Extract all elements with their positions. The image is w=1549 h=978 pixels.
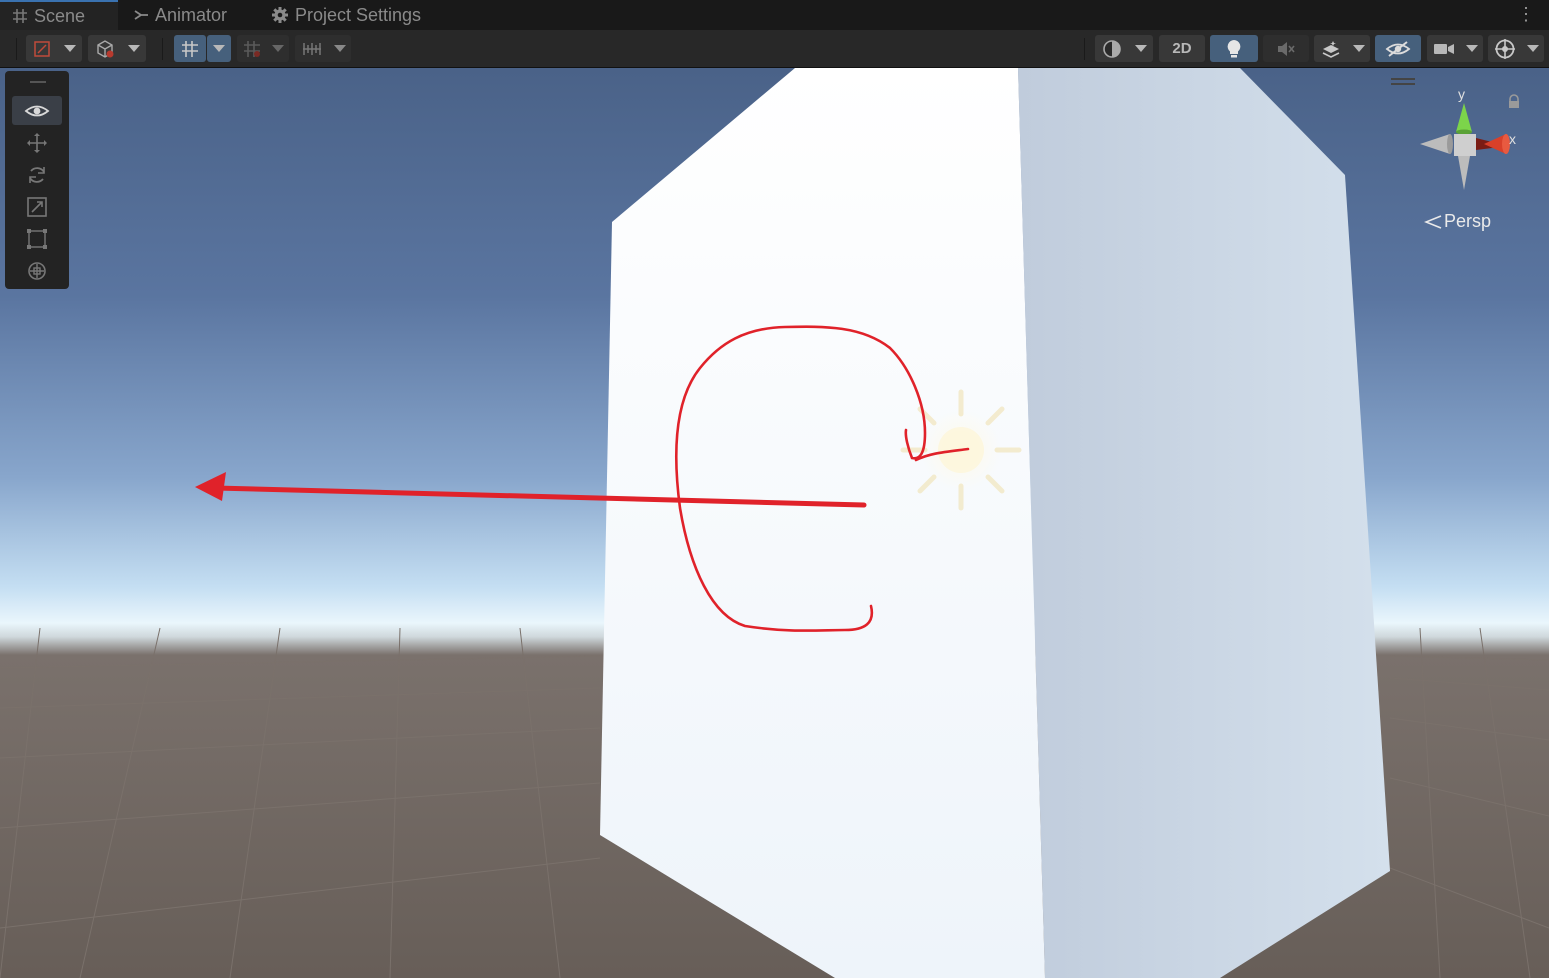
draw-mode-icon: [34, 40, 50, 57]
projection-toggle[interactable]: Persp: [1424, 211, 1491, 232]
draw-mode-dropdown[interactable]: [26, 35, 82, 62]
audio-toggle[interactable]: [1263, 35, 1309, 62]
chevron-down-icon: [128, 45, 140, 52]
audio-muted-icon: [1278, 41, 1295, 56]
gear-icon: [272, 7, 288, 23]
toolbar-separator: [1084, 38, 1085, 60]
render-sphere-icon: [1103, 39, 1121, 58]
cube-side-face: [1018, 68, 1390, 978]
chevron-down-icon: [1527, 45, 1539, 52]
grid-snap-dropdown[interactable]: [207, 35, 231, 62]
palette-grip[interactable]: [30, 81, 46, 83]
increment-snap-dropdown[interactable]: [237, 35, 289, 62]
render-mode-dropdown[interactable]: [1095, 35, 1153, 62]
move-tool-button[interactable]: [12, 128, 62, 157]
more-options-icon[interactable]: ⋮: [1517, 5, 1535, 23]
transform-tool-button[interactable]: [12, 256, 62, 285]
ruler-dropdown[interactable]: [295, 35, 351, 62]
tab-bar: Scene Animator Project Settings ⋮: [0, 0, 1549, 30]
lighting-toggle[interactable]: [1210, 35, 1258, 62]
chevron-down-icon: [64, 45, 76, 52]
chevron-down-icon: [1352, 45, 1365, 52]
rotate-tool-button[interactable]: [12, 160, 62, 189]
scene-viewport[interactable]: [0, 68, 1549, 978]
tab-animator[interactable]: Animator: [133, 0, 227, 30]
scale-tool-button[interactable]: [12, 192, 62, 221]
transform-icon: [28, 261, 46, 280]
shading-cube-icon: [97, 39, 114, 58]
chevron-down-icon: [333, 45, 346, 52]
gizmo-y-label: y: [1458, 86, 1465, 102]
projection-label: Persp: [1444, 211, 1492, 231]
hidden-eye-icon: [1385, 40, 1411, 57]
increment-snap-icon: [244, 40, 260, 57]
overlay-menu-handle[interactable]: [1391, 78, 1415, 88]
gizmo-center-cube[interactable]: [1454, 134, 1476, 156]
shading-mode-dropdown[interactable]: [88, 35, 146, 62]
camera-icon: [1433, 43, 1454, 54]
chevron-down-icon: [1465, 45, 1478, 52]
rotate-icon: [29, 166, 45, 183]
cube-front-face: [600, 68, 1045, 978]
lightbulb-icon: [1227, 39, 1241, 57]
move-arrows-icon: [27, 132, 47, 153]
eye-icon: [24, 105, 50, 116]
effects-dropdown[interactable]: [1314, 35, 1370, 62]
camera-dropdown[interactable]: [1427, 35, 1483, 62]
tab-scene[interactable]: Scene: [0, 0, 118, 30]
ruler-icon: [302, 42, 321, 55]
gizmo-y-cone[interactable]: [1456, 103, 1472, 132]
chevron-down-icon: [213, 45, 225, 52]
scene-render: [0, 68, 1549, 978]
scene-visibility-toggle[interactable]: [1375, 35, 1421, 62]
grid-hash-icon: [13, 9, 27, 23]
grid-snap-toggle[interactable]: [174, 35, 206, 62]
effects-layers-icon: [1322, 40, 1339, 58]
chevron-down-icon: [1135, 45, 1147, 52]
tool-palette: [5, 71, 69, 289]
rect-transform-icon: [27, 228, 47, 249]
chevron-down-icon: [272, 45, 284, 52]
toggle-2d-label: 2D: [1172, 40, 1192, 57]
tab-project-settings[interactable]: Project Settings: [271, 0, 421, 30]
grid-snap-icon: [182, 40, 198, 57]
gizmo-neg-x-cone[interactable]: [1420, 134, 1450, 154]
view-tool-button[interactable]: [12, 96, 62, 125]
toolbar-separator: [16, 38, 17, 60]
perspective-icon: [1424, 214, 1442, 229]
animator-icon: [134, 10, 148, 20]
gizmo-neg-y-cone[interactable]: [1458, 156, 1470, 190]
gizmos-icon: [1495, 38, 1515, 59]
gizmos-dropdown[interactable]: [1488, 35, 1544, 62]
tab-project-settings-label: Project Settings: [295, 4, 422, 25]
toggle-2d-button[interactable]: 2D: [1159, 35, 1205, 62]
tab-scene-label: Scene: [34, 5, 86, 26]
tab-animator-label: Animator: [155, 4, 228, 25]
scale-icon: [27, 196, 47, 217]
scene-toolbar: 2D: [0, 30, 1549, 68]
gizmo-x-label: x: [1509, 131, 1516, 147]
rect-tool-button[interactable]: [12, 224, 62, 253]
toolbar-separator: [162, 38, 163, 60]
